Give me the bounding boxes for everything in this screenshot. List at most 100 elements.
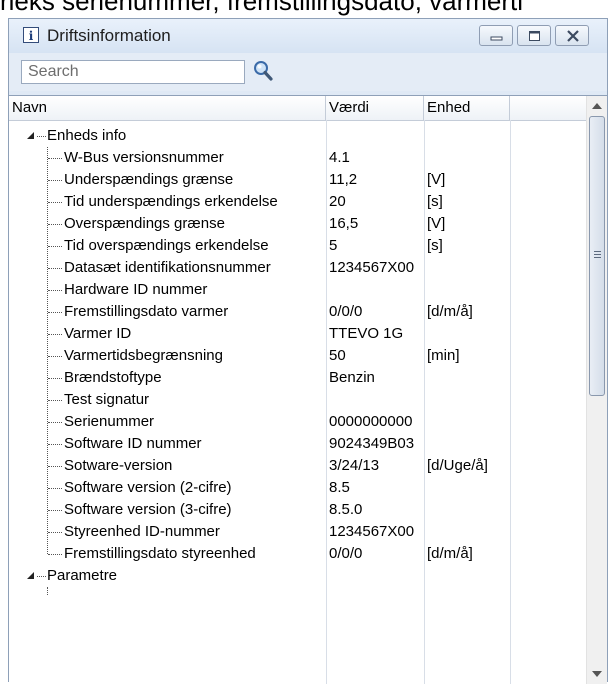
- close-icon: [567, 30, 579, 42]
- tree-rows: Enheds info W-Bus versionsnummer 4.1 Unders…: [9, 120, 586, 684]
- item-value: 3/24/13: [329, 457, 380, 474]
- item-name: Varmer ID: [64, 325, 132, 342]
- vertical-scrollbar[interactable]: [586, 96, 607, 684]
- top-caption-text: rieks serienummer, fremstillingsdato, va…: [0, 0, 524, 16]
- item-value: 50: [329, 347, 346, 364]
- driftsinformation-window: i Driftsinformation Navn: [8, 18, 608, 684]
- tree-connector: [48, 444, 62, 445]
- item-value: 0/0/0: [329, 303, 363, 320]
- tree-item-row[interactable]: Hardware ID nummer: [9, 279, 586, 301]
- tree-connector: [48, 312, 62, 313]
- search-input[interactable]: [21, 60, 245, 84]
- column-header-vaerdi[interactable]: Værdi: [326, 96, 424, 120]
- tree-group-row[interactable]: Enheds info: [9, 125, 586, 147]
- item-unit: [V]: [427, 171, 446, 188]
- item-name: Tid overspændings erkendelse: [64, 237, 269, 254]
- tree-item-row[interactable]: Brændstoftype Benzin: [9, 367, 586, 389]
- tree-connector: [48, 268, 62, 269]
- item-unit: [s]: [427, 193, 443, 210]
- column-header-empty: [510, 96, 586, 120]
- tree-connector: [48, 180, 62, 181]
- tree-connector: [48, 356, 62, 357]
- tree-item-row[interactable]: W-Bus versionsnummer 4.1: [9, 147, 586, 169]
- tree-item-row[interactable]: Styreenhed ID-nummer 1234567X00: [9, 521, 586, 543]
- tree-item-row[interactable]: Fremstillingsdato varmer 0/0/0 [d/m/å]: [9, 301, 586, 323]
- window-title: Driftsinformation: [47, 26, 171, 45]
- item-value: 9024349B03: [329, 435, 415, 452]
- item-unit: [min]: [427, 347, 460, 364]
- item-name: Underspændings grænse: [64, 171, 234, 188]
- tree-item-row[interactable]: Varmertidsbegrænsning 50 [min]: [9, 345, 586, 367]
- grid-header: Navn Værdi Enhed: [9, 96, 586, 121]
- tree-connector: [37, 136, 46, 137]
- close-button[interactable]: [555, 25, 589, 46]
- item-name: Hardware ID nummer: [64, 281, 208, 298]
- item-name: Software version (3-cifre): [64, 501, 232, 518]
- column-header-navn[interactable]: Navn: [9, 96, 326, 120]
- item-name: Serienummer: [64, 413, 155, 430]
- expand-arrow-icon[interactable]: [26, 131, 36, 141]
- item-value: 1234567X00: [329, 259, 415, 276]
- item-value: 11,2: [329, 171, 358, 188]
- minimize-icon: [490, 36, 503, 41]
- tree-item-row[interactable]: Tid underspændings erkendelse 20 [s]: [9, 191, 586, 213]
- tree-item-row[interactable]: Varmer ID TTEVO 1G: [9, 323, 586, 345]
- tree-item-row[interactable]: Software version (2-cifre) 8.5: [9, 477, 586, 499]
- scroll-thumb[interactable]: [589, 116, 605, 396]
- item-name: Brændstoftype: [64, 369, 162, 386]
- item-name: Software ID nummer: [64, 435, 202, 452]
- item-name: Styreenhed ID-nummer: [64, 523, 220, 540]
- tree-item-row[interactable]: Underspændings grænse 11,2 [V]: [9, 169, 586, 191]
- item-value: TTEVO 1G: [329, 325, 404, 342]
- tree-connector: [48, 158, 62, 159]
- tree-item-row[interactable]: Serienummer 0000000000: [9, 411, 586, 433]
- title-bar[interactable]: i Driftsinformation: [9, 19, 607, 53]
- tree-connector: [48, 400, 62, 401]
- item-value: 0000000000: [329, 413, 413, 430]
- tree-item-row[interactable]: Software version (3-cifre) 8.5.0: [9, 499, 586, 521]
- grip-line: [594, 257, 601, 258]
- expand-arrow-icon[interactable]: [26, 571, 36, 581]
- tree-group-row[interactable]: Parametre: [9, 565, 586, 587]
- item-name: Tid underspændings erkendelse: [64, 193, 278, 210]
- grip-line: [594, 251, 601, 252]
- minimize-button[interactable]: [479, 25, 513, 46]
- tree-connector: [48, 532, 62, 533]
- item-name: Datasæt identifikationsnummer: [64, 259, 271, 276]
- tree-group-label: Parametre: [47, 567, 118, 584]
- tree-connector: [48, 488, 62, 489]
- item-value: 20: [329, 193, 346, 210]
- tree-connector: [48, 334, 62, 335]
- item-value: Benzin: [329, 369, 375, 386]
- grip-line: [594, 254, 601, 255]
- tree-item-row[interactable]: Datasæt identifikationsnummer 1234567X00: [9, 257, 586, 279]
- item-value: 16,5: [329, 215, 359, 232]
- search-bar: [9, 53, 607, 91]
- tree-connector: [48, 510, 62, 511]
- item-value: 1234567X00: [329, 523, 415, 540]
- item-name: Fremstillingsdato styreenhed: [64, 545, 256, 562]
- item-name: Test signatur: [64, 391, 150, 408]
- tree-item-row[interactable]: Overspændings grænse 16,5 [V]: [9, 213, 586, 235]
- item-name: Fremstillingsdato varmer: [64, 303, 229, 320]
- scroll-up-arrow-icon[interactable]: [587, 96, 607, 116]
- item-value: 8.5: [329, 479, 350, 496]
- tree-connector: [48, 290, 62, 291]
- scroll-down-arrow-icon[interactable]: [587, 664, 607, 684]
- tree-item-row[interactable]: Test signatur: [9, 389, 586, 411]
- column-header-enhed[interactable]: Enhed: [424, 96, 510, 120]
- item-name: W-Bus versionsnummer: [64, 149, 224, 166]
- tree-item-row[interactable]: Fremstillingsdato styreenhed 0/0/0 [d/m/å]: [9, 543, 586, 565]
- tree-item-row[interactable]: Tid overspændings erkendelse 5 [s]: [9, 235, 586, 257]
- search-icon[interactable]: [251, 59, 275, 83]
- maximize-button[interactable]: [517, 25, 551, 46]
- item-unit: [d/m/å]: [427, 545, 473, 562]
- item-value: 5: [329, 237, 338, 254]
- tree-connector: [48, 422, 62, 423]
- tree-item-row[interactable]: Sotware-version 3/24/13 [d/Uge/å]: [9, 455, 586, 477]
- tree-connector: [37, 576, 46, 577]
- item-name: Software version (2-cifre): [64, 479, 232, 496]
- tree-item-row[interactable]: Software ID nummer 9024349B03: [9, 433, 586, 455]
- item-name: Varmertidsbegrænsning: [64, 347, 223, 364]
- info-icon: i: [23, 27, 39, 43]
